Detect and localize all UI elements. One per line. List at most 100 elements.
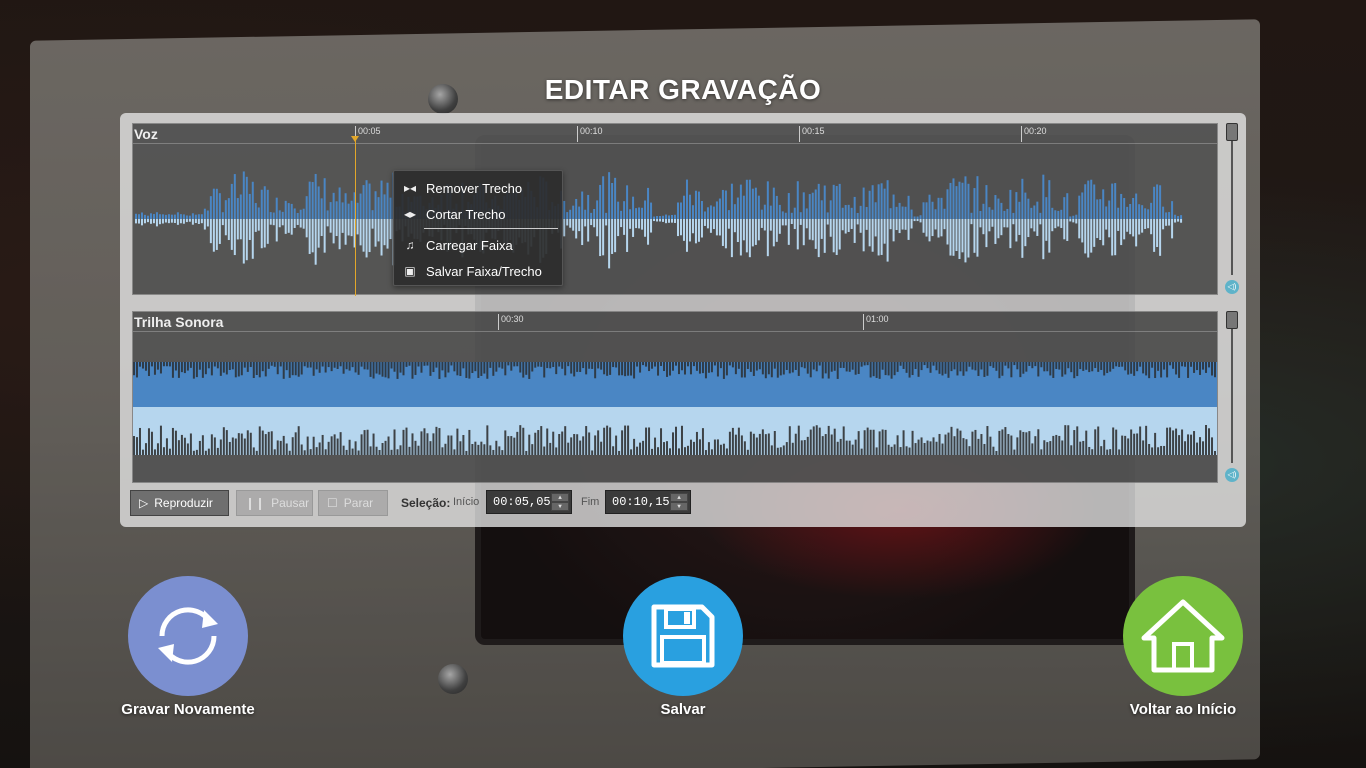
voice-wave-bar: [170, 219, 173, 223]
voice-wave-bar: [685, 179, 688, 219]
voice-wave-bar: [910, 219, 913, 229]
voice-wave-bar: [371, 210, 374, 219]
soundtrack-wave-peak: [165, 362, 168, 367]
voice-wave-bar: [730, 219, 733, 258]
voice-wave-bar: [973, 219, 976, 253]
soundtrack-wave-peak: [180, 362, 183, 373]
voice-wave-bar: [688, 219, 691, 242]
voice-wave-bar: [940, 219, 943, 237]
soundtrack-wave-peak: [1166, 362, 1169, 378]
soundtrack-wave-peak: [1109, 449, 1112, 455]
voice-wave-bar: [272, 212, 275, 219]
soundtrack-track[interactable]: 00:30 01:00 Trilha Sonora: [132, 311, 1218, 483]
end-time-spinner[interactable]: ▲ ▼: [670, 493, 688, 511]
soundtrack-wave-peak: [692, 362, 695, 367]
soundtrack-wave-peak: [995, 362, 998, 371]
stop-button[interactable]: ☐ Parar: [318, 490, 388, 516]
play-button[interactable]: ▷ Reproduzir: [130, 490, 229, 516]
soundtrack-wave-peak: [1094, 429, 1097, 455]
voice-timeline-ruler[interactable]: 00:05 00:10 00:15 00:20: [133, 124, 1217, 144]
soundtrack-wave-peak: [1193, 431, 1196, 455]
soundtrack-wave-peak: [920, 362, 923, 371]
voice-wave-bar: [578, 219, 581, 232]
voice-wave-bar: [706, 207, 709, 219]
menu-separator: [424, 228, 558, 229]
soundtrack-volume-thumb[interactable]: [1226, 311, 1238, 329]
start-time-field[interactable]: 00:05,05 ▲ ▼: [486, 490, 572, 514]
voice-speaker-icon[interactable]: ◁): [1225, 280, 1239, 294]
pause-button[interactable]: ❙❙ Pausar: [236, 490, 313, 516]
voice-wave-bar: [1093, 219, 1096, 247]
voice-volume-thumb[interactable]: [1226, 123, 1238, 141]
voice-wave-bar: [578, 206, 581, 219]
voice-wave-bar: [266, 189, 269, 219]
soundtrack-wave-peak: [555, 362, 558, 375]
soundtrack-wave-peak: [1160, 362, 1163, 378]
soundtrack-wave-peak: [393, 429, 396, 455]
soundtrack-wave-peak: [402, 362, 405, 376]
record-again-button[interactable]: [128, 576, 248, 696]
soundtrack-speaker-icon[interactable]: ◁): [1225, 468, 1239, 482]
soundtrack-wave-peak: [234, 438, 237, 455]
soundtrack-wave-peak: [270, 431, 273, 455]
voice-wave-bar: [1081, 219, 1084, 243]
voice-wave-bar: [889, 219, 892, 230]
soundtrack-wave-peak: [1013, 362, 1016, 366]
menu-item-remove-segment[interactable]: ▸◂ Remover Trecho: [394, 175, 562, 201]
soundtrack-wave-peak: [884, 429, 887, 455]
soundtrack-wave-peak: [666, 362, 669, 377]
voice-volume-slider[interactable]: ◁): [1225, 123, 1239, 295]
soundtrack-timeline-ruler[interactable]: 00:30 01:00: [133, 312, 1217, 332]
voice-wave-bar: [1063, 219, 1066, 240]
voice-wave-bar: [958, 181, 961, 219]
soundtrack-wave-peak: [561, 362, 564, 369]
soundtrack-wave-peak: [1199, 362, 1202, 375]
soundtrack-wave-peak: [986, 426, 989, 455]
voice-wave-bar: [697, 219, 700, 242]
menu-item-label: Remover Trecho: [426, 180, 523, 196]
soundtrack-wave-peak: [722, 443, 725, 455]
save-button[interactable]: [623, 576, 743, 696]
voice-wave-bar: [700, 200, 703, 219]
menu-item-load-track[interactable]: ♫ Carregar Faixa: [394, 232, 562, 258]
voice-wave-bar: [703, 219, 706, 226]
soundtrack-wave-peak: [914, 443, 917, 455]
soundtrack-wave-peak: [740, 362, 743, 378]
voice-wave-bar: [682, 195, 685, 219]
voice-wave-bar: [1159, 185, 1162, 219]
soundtrack-wave-peak: [345, 449, 348, 455]
soundtrack-volume-slider[interactable]: ◁): [1225, 311, 1239, 483]
soundtrack-wave-peak: [672, 432, 675, 455]
home-button[interactable]: [1123, 576, 1243, 696]
soundtrack-wave-peak: [917, 439, 920, 455]
menu-item-cut-segment[interactable]: ◂▸ Cortar Trecho: [394, 201, 562, 227]
menu-item-save-track[interactable]: ▣ Salvar Faixa/Trecho: [394, 258, 562, 284]
soundtrack-wave-peak: [863, 362, 866, 366]
soundtrack-wave-peak: [1175, 362, 1178, 375]
soundtrack-wave-peak: [1109, 362, 1112, 372]
soundtrack-wave-peak: [806, 436, 809, 455]
soundtrack-wave-peak: [612, 446, 615, 455]
end-time-field[interactable]: 00:10,15 ▲ ▼: [605, 490, 691, 514]
start-time-spinner[interactable]: ▲ ▼: [551, 493, 569, 511]
voice-wave-bar: [748, 219, 751, 258]
voice-track[interactable]: 00:05 00:10 00:15 00:20 Voz: [132, 123, 1218, 296]
voice-wave-bar: [907, 219, 910, 240]
soundtrack-wave-peak: [159, 425, 162, 455]
soundtrack-wave-peak: [222, 427, 225, 455]
soundtrack-wave-peak: [794, 433, 797, 455]
voice-waveform[interactable]: [133, 144, 1217, 294]
soundtrack-wave-peak: [321, 362, 324, 367]
voice-wave-bar: [590, 212, 593, 219]
soundtrack-wave-peak: [965, 439, 968, 455]
soundtrack-wave-peak: [480, 441, 483, 455]
soundtrack-wave-peak: [336, 362, 339, 369]
voice-wave-bar: [230, 219, 233, 250]
soundtrack-waveform[interactable]: [133, 332, 1217, 482]
soundtrack-wave-peak: [749, 362, 752, 372]
voice-wave-bar: [1018, 201, 1021, 219]
soundtrack-wave-peak: [1028, 362, 1031, 366]
soundtrack-wave-peak: [675, 362, 677, 366]
soundtrack-wave-peak: [1106, 362, 1109, 374]
voice-wave-bar: [287, 219, 290, 233]
